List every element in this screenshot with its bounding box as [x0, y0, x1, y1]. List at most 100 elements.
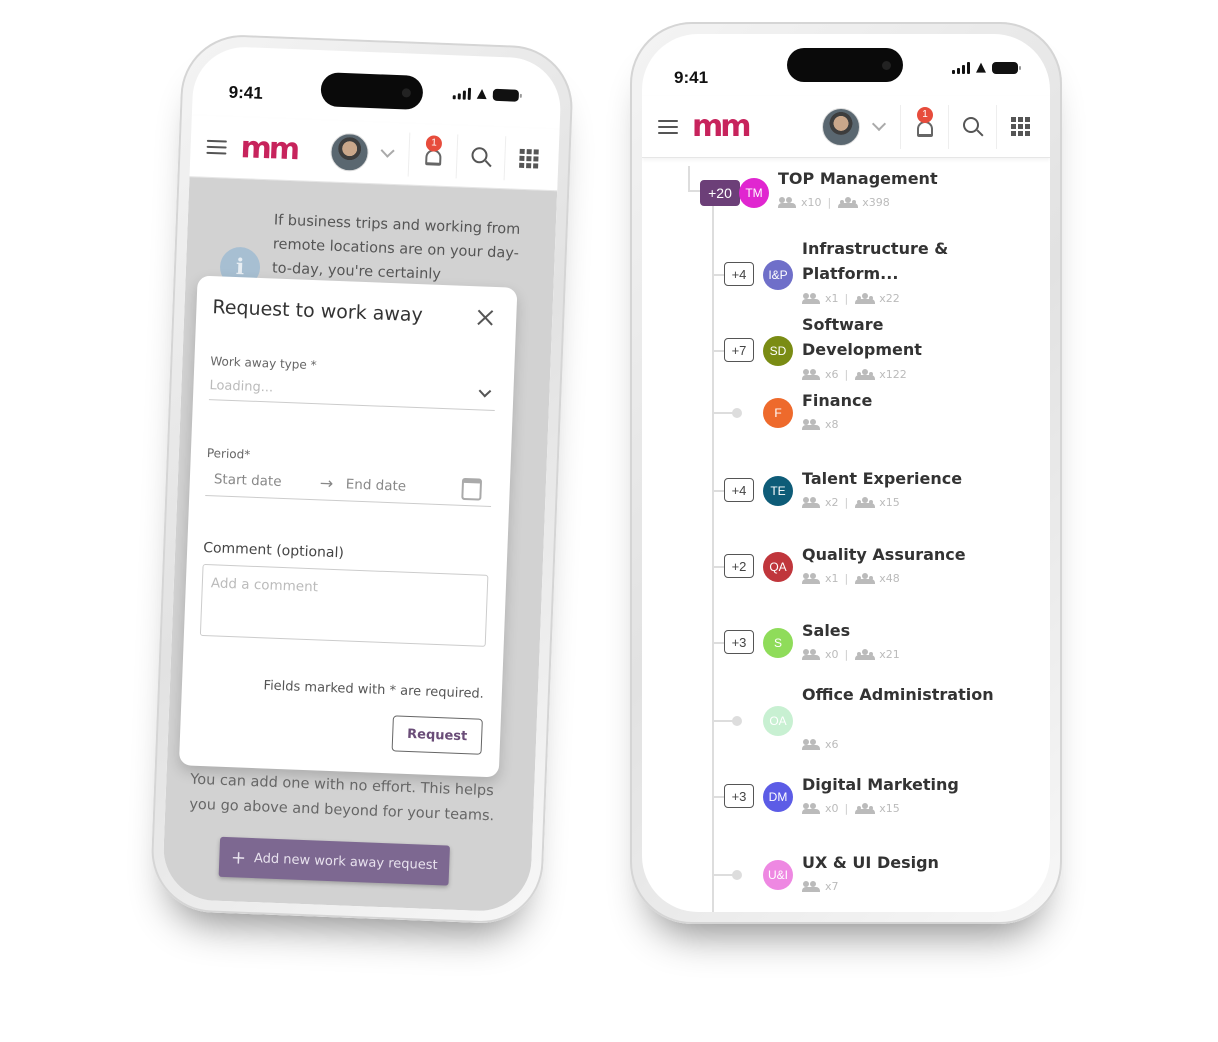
- apps-button[interactable]: [996, 104, 1044, 149]
- separator: |: [844, 648, 849, 661]
- expand-children-button[interactable]: +4: [724, 478, 754, 502]
- department-name[interactable]: Talent Experience: [802, 466, 1002, 491]
- direct-members-count: x0: [825, 648, 839, 661]
- required-note: Fields marked with * are required.: [263, 678, 485, 702]
- chevron-down-icon[interactable]: [380, 143, 395, 158]
- department-meta: x8: [802, 418, 839, 431]
- hamburger-menu-icon[interactable]: [658, 119, 678, 134]
- total-members-count: x15: [879, 802, 900, 815]
- logo-icon[interactable]: mm: [692, 111, 752, 142]
- total-members-count: x122: [879, 368, 907, 381]
- app-header: mm 1: [642, 96, 1050, 158]
- expand-children-button[interactable]: +3: [724, 784, 754, 808]
- notification-badge: 1: [425, 134, 443, 152]
- direct-members-count: x6: [825, 368, 839, 381]
- start-date-input[interactable]: Start date: [214, 471, 321, 491]
- org-members-icon: [854, 369, 876, 380]
- logo-icon[interactable]: mm: [240, 130, 298, 167]
- apps-button[interactable]: [503, 135, 554, 182]
- direct-members-count: x10: [801, 196, 822, 209]
- add-button-label: Add new work away request: [253, 850, 438, 873]
- search-button[interactable]: [948, 104, 996, 149]
- members-icon: [802, 293, 822, 304]
- phone-right-screen: 9:41 ▲ mm 1 +20 TM TOP Management x10 | …: [642, 34, 1050, 912]
- status-bar: 9:41 ▲: [642, 34, 1050, 104]
- department-name[interactable]: Finance: [802, 388, 1002, 413]
- members-icon: [802, 369, 822, 380]
- separator: |: [844, 572, 849, 585]
- signal-icon: [452, 87, 472, 100]
- department-name[interactable]: Quality Assurance: [802, 542, 1002, 567]
- department-name[interactable]: Software Development: [802, 312, 1002, 362]
- search-icon: [962, 116, 979, 133]
- chevron-down-icon: [478, 384, 492, 398]
- members-icon: [802, 739, 822, 750]
- bell-icon: [916, 120, 933, 137]
- org-members-icon: [854, 649, 876, 660]
- department-name[interactable]: TOP Management: [778, 166, 998, 191]
- dialog-title: Request to work away: [212, 296, 424, 327]
- total-members-count: x21: [879, 648, 900, 661]
- direct-members-count: x1: [825, 572, 839, 585]
- work-away-type-select[interactable]: Loading...: [208, 374, 496, 412]
- separator: |: [844, 368, 849, 381]
- phone-left-screen: 9:41 ▲ mm 1 i If business trips and work…: [161, 45, 563, 913]
- period-date-range[interactable]: Start date → End date: [205, 462, 493, 507]
- avatar[interactable]: [329, 132, 370, 172]
- org-members-icon: [854, 803, 876, 814]
- expand-children-button[interactable]: +20: [700, 180, 740, 206]
- comment-placeholder: Add a comment: [210, 575, 319, 596]
- dynamic-island: [320, 72, 424, 111]
- wifi-icon: ▲: [976, 60, 986, 75]
- department-avatar: S: [763, 628, 793, 658]
- department-name[interactable]: Digital Marketing: [802, 772, 1002, 797]
- members-icon: [802, 881, 822, 892]
- tree-branch: [714, 720, 734, 722]
- end-date-input[interactable]: End date: [345, 476, 462, 496]
- department-name[interactable]: Sales: [802, 618, 1002, 643]
- battery-icon: [492, 88, 520, 102]
- comment-label: Comment (optional): [202, 539, 345, 562]
- search-button[interactable]: [455, 133, 506, 180]
- direct-members-count: x8: [825, 418, 839, 431]
- direct-members-count: x7: [825, 880, 839, 893]
- department-avatar: DM: [763, 782, 793, 812]
- department-meta: x1 | x22: [802, 292, 900, 305]
- department-avatar: U&I: [763, 860, 793, 890]
- department-name[interactable]: Infrastructure & Platform...: [802, 236, 1002, 286]
- org-members-icon: [854, 573, 876, 584]
- department-avatar: SD: [763, 336, 793, 366]
- org-members-icon: [837, 197, 859, 208]
- calendar-icon[interactable]: [461, 477, 483, 501]
- hamburger-menu-icon[interactable]: [206, 139, 227, 155]
- expand-children-button[interactable]: +3: [724, 630, 754, 654]
- direct-members-count: x2: [825, 496, 839, 509]
- expand-children-button[interactable]: +2: [724, 554, 754, 578]
- apps-grid-icon: [519, 148, 539, 169]
- close-icon[interactable]: [476, 308, 495, 327]
- members-icon: [778, 197, 798, 208]
- org-members-icon: [854, 293, 876, 304]
- separator: |: [827, 196, 832, 209]
- notifications-button[interactable]: 1: [407, 132, 458, 178]
- chevron-down-icon[interactable]: [871, 116, 887, 131]
- apps-grid-icon: [1011, 117, 1030, 136]
- department-meta: x2 | x15: [802, 496, 900, 509]
- comment-textarea[interactable]: Add a comment: [199, 563, 489, 647]
- tree-trunk: [712, 192, 714, 912]
- separator: |: [844, 292, 849, 305]
- avatar[interactable]: [822, 107, 860, 146]
- status-time: 9:41: [228, 82, 264, 103]
- request-button[interactable]: Request: [391, 715, 483, 755]
- phone-right: 9:41 ▲ mm 1 +20 TM TOP Management x10 | …: [630, 22, 1062, 924]
- status-time: 9:41: [674, 68, 709, 87]
- members-icon: [802, 497, 822, 508]
- notifications-button[interactable]: 1: [900, 104, 948, 149]
- department-name[interactable]: UX & UI Design: [802, 850, 1002, 875]
- total-members-count: x22: [879, 292, 900, 305]
- expand-children-button[interactable]: +7: [724, 338, 754, 362]
- department-name[interactable]: Office Administration: [802, 682, 1002, 707]
- search-icon: [470, 146, 488, 164]
- department-avatar: I&P: [763, 260, 793, 290]
- expand-children-button[interactable]: +4: [724, 262, 754, 286]
